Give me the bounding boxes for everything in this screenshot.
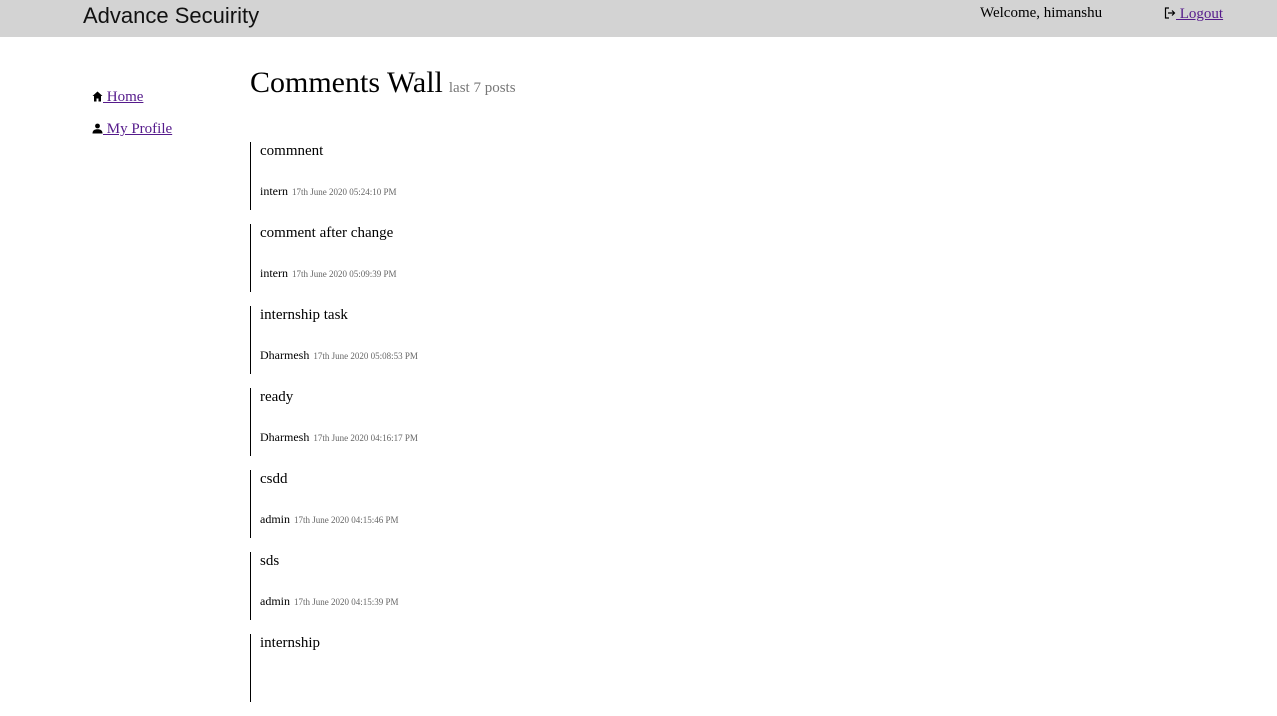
comment-meta: admin 17th June 2020 04:15:46 PM	[260, 511, 399, 528]
comment-meta: Dharmesh 17th June 2020 05:08:53 PM	[260, 347, 418, 364]
logout-label[interactable]: Logout	[1176, 6, 1223, 22]
sidebar-item-my-profile[interactable]: My Profile	[92, 120, 172, 139]
comment-post: internship task Dharmesh 17th June 2020 …	[250, 306, 418, 374]
comment-meta: intern 17th June 2020 05:09:39 PM	[260, 265, 397, 282]
comment-meta: Dharmesh 17th June 2020 04:16:17 PM	[260, 429, 418, 446]
comment-text: comment after change	[260, 225, 394, 241]
comment-meta: intern 17th June 2020 05:24:10 PM	[260, 183, 397, 200]
comment-time: 17th June 2020 04:16:17 PM	[313, 433, 418, 443]
main-content: Comments Wall last 7 posts commnent inte…	[250, 66, 1230, 702]
comment-post: commnent intern 17th June 2020 05:24:10 …	[250, 142, 397, 210]
comment-text: ready	[260, 389, 294, 405]
page-header: Comments Wall last 7 posts	[250, 66, 1230, 100]
comment-post: sds admin 17th June 2020 04:15:39 PM	[250, 552, 399, 620]
welcome-text: Welcome, himanshu	[980, 5, 1103, 21]
comment-meta: admin 17th June 2020 04:15:39 PM	[260, 593, 399, 610]
comment-time: 17th June 2020 05:08:53 PM	[313, 351, 418, 361]
top-navbar: Advance Secuirity Welcome, himanshu Logo…	[0, 0, 1277, 37]
comment-author: admin	[260, 512, 290, 526]
comment-post: ready Dharmesh 17th June 2020 04:16:17 P…	[250, 388, 418, 456]
comment-post: internship	[250, 634, 320, 702]
logout-link[interactable]: Logout	[1164, 5, 1223, 24]
home-icon	[92, 89, 103, 107]
page-subtitle: last 7 posts	[448, 80, 516, 96]
comment-post: comment after change intern 17th June 20…	[250, 224, 397, 292]
sidebar-item-label[interactable]: My Profile	[103, 121, 172, 137]
comment-time: 17th June 2020 04:15:46 PM	[294, 515, 399, 525]
comment-text: csdd	[260, 471, 288, 487]
comments-list: commnent intern 17th June 2020 05:24:10 …	[250, 142, 418, 716]
comment-post: csdd admin 17th June 2020 04:15:46 PM	[250, 470, 399, 538]
comment-author: intern	[260, 184, 288, 198]
comment-time: 17th June 2020 05:24:10 PM	[292, 187, 397, 197]
sidebar-item-label[interactable]: Home	[103, 89, 144, 105]
comment-text: internship task	[260, 307, 348, 323]
comment-meta	[260, 675, 261, 692]
comment-text: commnent	[260, 143, 324, 159]
page-title: Comments Wall	[250, 66, 443, 99]
comment-text: sds	[260, 553, 280, 569]
comment-time: 17th June 2020 04:15:39 PM	[294, 597, 399, 607]
comment-author: Dharmesh	[260, 430, 310, 444]
comment-time: 17th June 2020 05:09:39 PM	[292, 269, 397, 279]
brand-title[interactable]: Advance Secuirity	[83, 2, 259, 30]
comment-author: intern	[260, 266, 288, 280]
sidebar: Home My Profile	[92, 88, 172, 152]
comment-author: admin	[260, 594, 290, 608]
logout-icon	[1164, 6, 1176, 24]
user-icon	[92, 121, 103, 139]
comment-text: internship	[260, 635, 320, 651]
comment-author: Dharmesh	[260, 348, 310, 362]
sidebar-item-home[interactable]: Home	[92, 88, 172, 107]
